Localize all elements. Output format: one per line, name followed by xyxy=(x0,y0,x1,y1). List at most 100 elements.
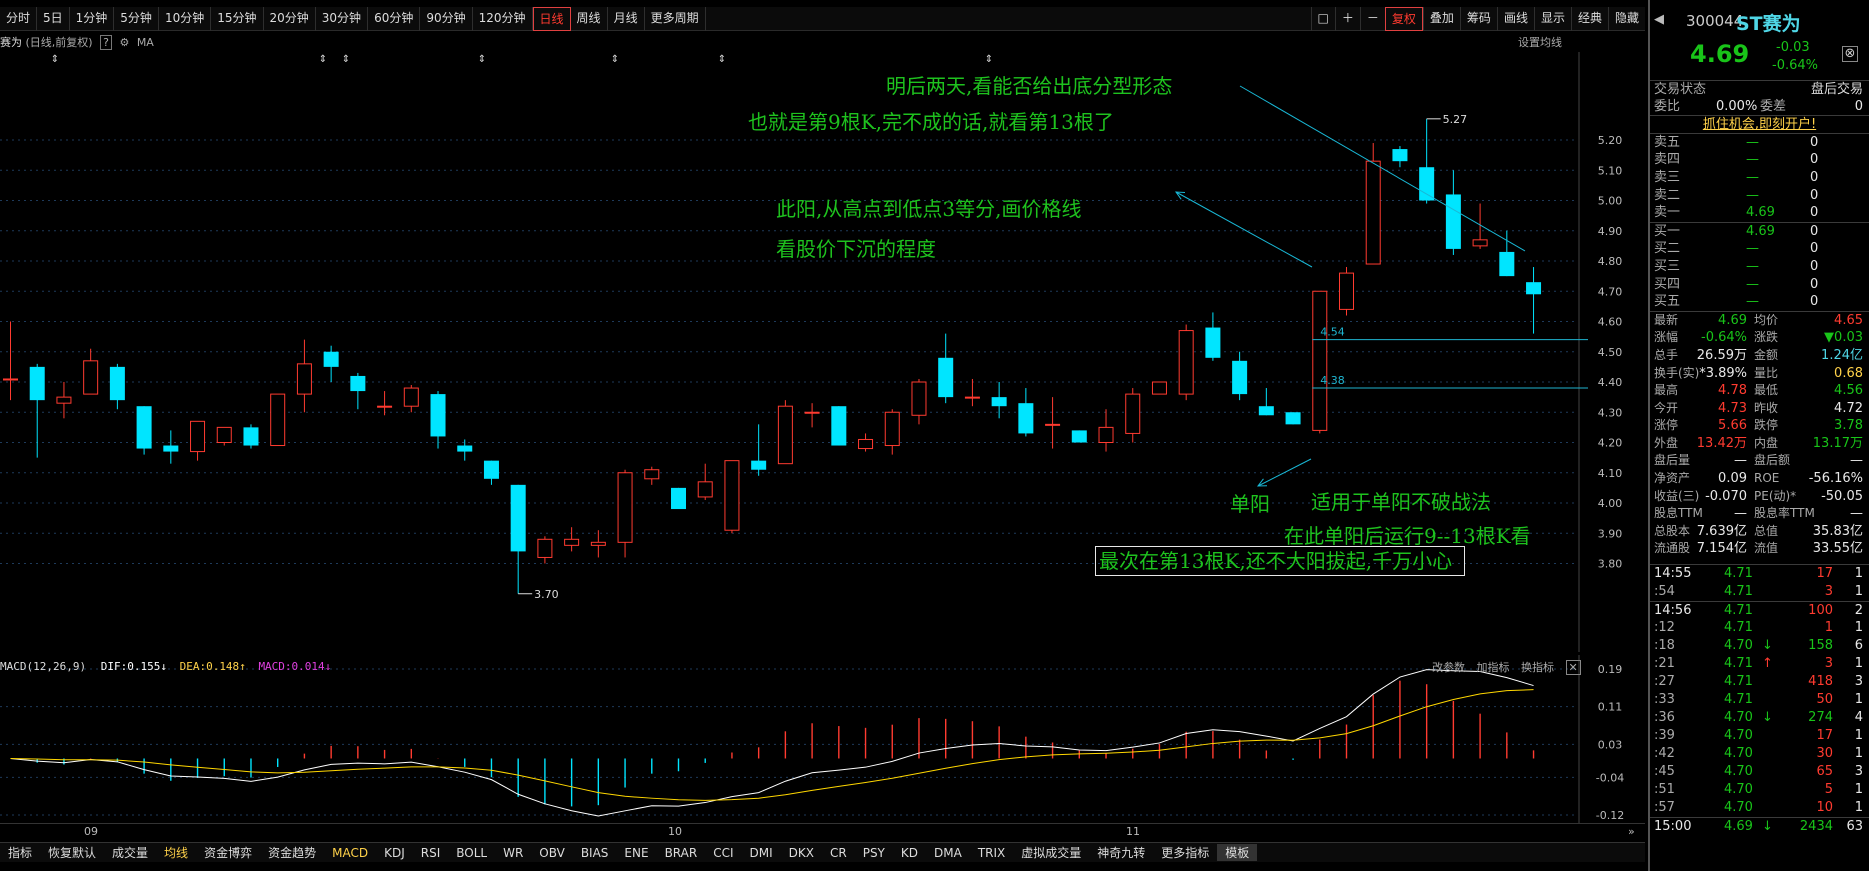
period-tab[interactable]: 日线 xyxy=(532,6,571,31)
indicator-tab[interactable]: OBV xyxy=(531,846,573,860)
macd-value: MACD:0.014 xyxy=(258,660,325,673)
stat-cell: -56.16% xyxy=(1808,471,1863,487)
tool-button[interactable]: 画线 xyxy=(1496,7,1534,31)
stat-cell: 最新 xyxy=(1654,312,1679,327)
period-tab[interactable]: 周线 xyxy=(571,6,608,31)
macd-tick-label: 0.03 xyxy=(1598,738,1623,751)
book-row[interactable]: 卖五 — 0 xyxy=(1650,134,1869,152)
book-level: 卖一 xyxy=(1654,205,1681,221)
indicator-tab[interactable]: KD xyxy=(893,846,926,860)
tick-cell: :42 xyxy=(1654,746,1675,762)
indicator-tab[interactable]: PSY xyxy=(855,846,893,860)
tick-cell: 4.71 xyxy=(1724,620,1753,636)
expand-icon[interactable]: ⊗ xyxy=(1842,46,1858,62)
period-tab[interactable]: 1分钟 xyxy=(70,6,115,31)
period-tab[interactable]: 更多周期 xyxy=(645,6,706,31)
period-tab[interactable]: 月线 xyxy=(608,6,645,31)
tick-cell: 1 xyxy=(1824,620,1833,636)
indicator-tab[interactable]: CCI xyxy=(705,846,741,860)
stat-cell: *3.89% xyxy=(1699,365,1747,381)
period-tab[interactable]: 5日 xyxy=(37,6,70,31)
book-price: — xyxy=(1746,169,1759,185)
book-row[interactable]: 卖三 — 0 xyxy=(1650,169,1869,187)
indicator-tab[interactable]: 指标 xyxy=(0,844,40,861)
book-row[interactable]: 卖二 — 0 xyxy=(1650,187,1869,205)
macd-chart[interactable]: 0.19 0.11 0.03 -0.04 -0.12 xyxy=(0,655,1645,823)
tick-cell: 1 xyxy=(1854,746,1863,762)
indicator-tab[interactable]: BRAR xyxy=(657,846,706,860)
book-row[interactable]: 买五 — 0 xyxy=(1650,293,1869,311)
tick-cell: 14:55 xyxy=(1654,566,1692,582)
zoom-tool-icon[interactable]: ＋ xyxy=(1334,7,1360,31)
indicator-tab[interactable]: 更多指标 xyxy=(1153,844,1217,861)
indicator-tab[interactable]: 神奇九转 xyxy=(1089,844,1153,861)
period-tab[interactable]: 120分钟 xyxy=(473,6,533,31)
indicator-tab[interactable]: MACD xyxy=(324,846,376,860)
set-ma-button[interactable]: 设置均线 xyxy=(1518,34,1562,50)
chart-tools: □ ＋－复权 叠加 筹码 画线 显示 经典 隐藏 xyxy=(1310,7,1645,31)
tool-button[interactable]: 叠加 xyxy=(1422,7,1460,31)
stat-cell: 量比 xyxy=(1754,365,1779,380)
indicator-tab[interactable]: RSI xyxy=(413,846,449,860)
indicator-tab[interactable]: KDJ xyxy=(376,846,413,860)
indicator-tab[interactable]: WR xyxy=(495,846,531,860)
tool-button[interactable]: 复权 xyxy=(1384,7,1423,31)
help-button[interactable]: ? xyxy=(100,35,112,50)
period-tab[interactable]: 30分钟 xyxy=(316,6,369,31)
indicator-tab[interactable]: BOLL xyxy=(448,846,495,860)
settings-icon[interactable]: ⚙ xyxy=(119,36,129,49)
indicator-tab[interactable]: CR xyxy=(822,846,855,860)
scroll-right-icon[interactable]: » xyxy=(1628,825,1635,838)
book-level: 买五 xyxy=(1654,294,1681,310)
zoom-tool-icon[interactable]: － xyxy=(1359,7,1385,31)
stat-cell: 最高 xyxy=(1654,383,1679,398)
indicator-tab[interactable]: 虚拟成交量 xyxy=(1013,844,1089,861)
zoom-tool-icon[interactable]: □ xyxy=(1310,7,1335,31)
back-icon[interactable]: ◀ xyxy=(1654,12,1664,27)
book-row[interactable]: 卖四 — 0 xyxy=(1650,151,1869,169)
tool-button[interactable]: 经典 xyxy=(1570,7,1608,31)
add-indicator-button[interactable]: 加指标 xyxy=(1477,661,1510,674)
period-tab[interactable]: 10分钟 xyxy=(159,6,212,31)
change-params-button[interactable]: 改参数 xyxy=(1432,661,1465,674)
indicator-tab[interactable]: ENE xyxy=(616,846,656,860)
chart-mode[interactable]: (日线,前复权) xyxy=(26,36,93,49)
indicator-tab[interactable]: TRIX xyxy=(970,846,1013,860)
candle xyxy=(109,363,125,410)
book-row[interactable]: 买四 — 0 xyxy=(1650,276,1869,294)
tick-cell: 17 xyxy=(1816,566,1833,582)
period-tab[interactable]: 60分钟 xyxy=(368,6,421,31)
stat-row: 盘后量 — 盘后额 — xyxy=(1650,452,1869,470)
indicator-tab[interactable]: DMA xyxy=(926,846,970,860)
period-tab[interactable]: 90分钟 xyxy=(420,6,473,31)
book-row[interactable]: 卖一 4.69 0 xyxy=(1650,204,1869,222)
tool-button[interactable]: 筹码 xyxy=(1459,7,1497,31)
book-row[interactable]: 买二 — 0 xyxy=(1650,240,1869,258)
stat-cell: 盘后额 xyxy=(1754,453,1791,468)
indicator-tab[interactable]: 资金趋势 xyxy=(260,844,324,861)
switch-indicator-button[interactable]: 换指标 xyxy=(1521,661,1554,674)
indicator-tab[interactable]: 均线 xyxy=(156,844,196,861)
period-tab[interactable]: 15分钟 xyxy=(211,6,264,31)
period-tab[interactable]: 20分钟 xyxy=(264,6,316,31)
tool-button[interactable]: 隐藏 xyxy=(1607,7,1645,31)
tick-cell: :57 xyxy=(1654,800,1675,816)
indicator-tab[interactable]: 成交量 xyxy=(104,844,156,861)
indicator-tab[interactable]: DMI xyxy=(742,846,781,860)
close-icon[interactable]: ✕ xyxy=(1565,660,1581,675)
candle xyxy=(831,406,847,446)
indicator-tab[interactable]: BIAS xyxy=(573,846,617,860)
period-tab[interactable]: 分时 xyxy=(0,6,38,31)
indicator-tab[interactable]: 恢复默认 xyxy=(40,844,104,861)
promo-link[interactable]: 抓住机会,即刻开户! xyxy=(1650,115,1869,133)
indicator-tab[interactable]: DKX xyxy=(781,846,822,860)
book-volume: 0 xyxy=(1810,276,1819,292)
stat-cell: 26.59万 xyxy=(1696,347,1747,363)
indicator-tab[interactable]: 资金博弈 xyxy=(196,844,260,861)
stat-cell: 4.65 xyxy=(1834,312,1863,328)
book-row[interactable]: 买一 4.69 0 xyxy=(1650,223,1869,241)
tool-button[interactable]: 显示 xyxy=(1533,7,1571,31)
book-row[interactable]: 买三 — 0 xyxy=(1650,258,1869,276)
indicator-tab[interactable]: 模板 xyxy=(1217,844,1258,861)
period-tab[interactable]: 5分钟 xyxy=(114,6,159,31)
